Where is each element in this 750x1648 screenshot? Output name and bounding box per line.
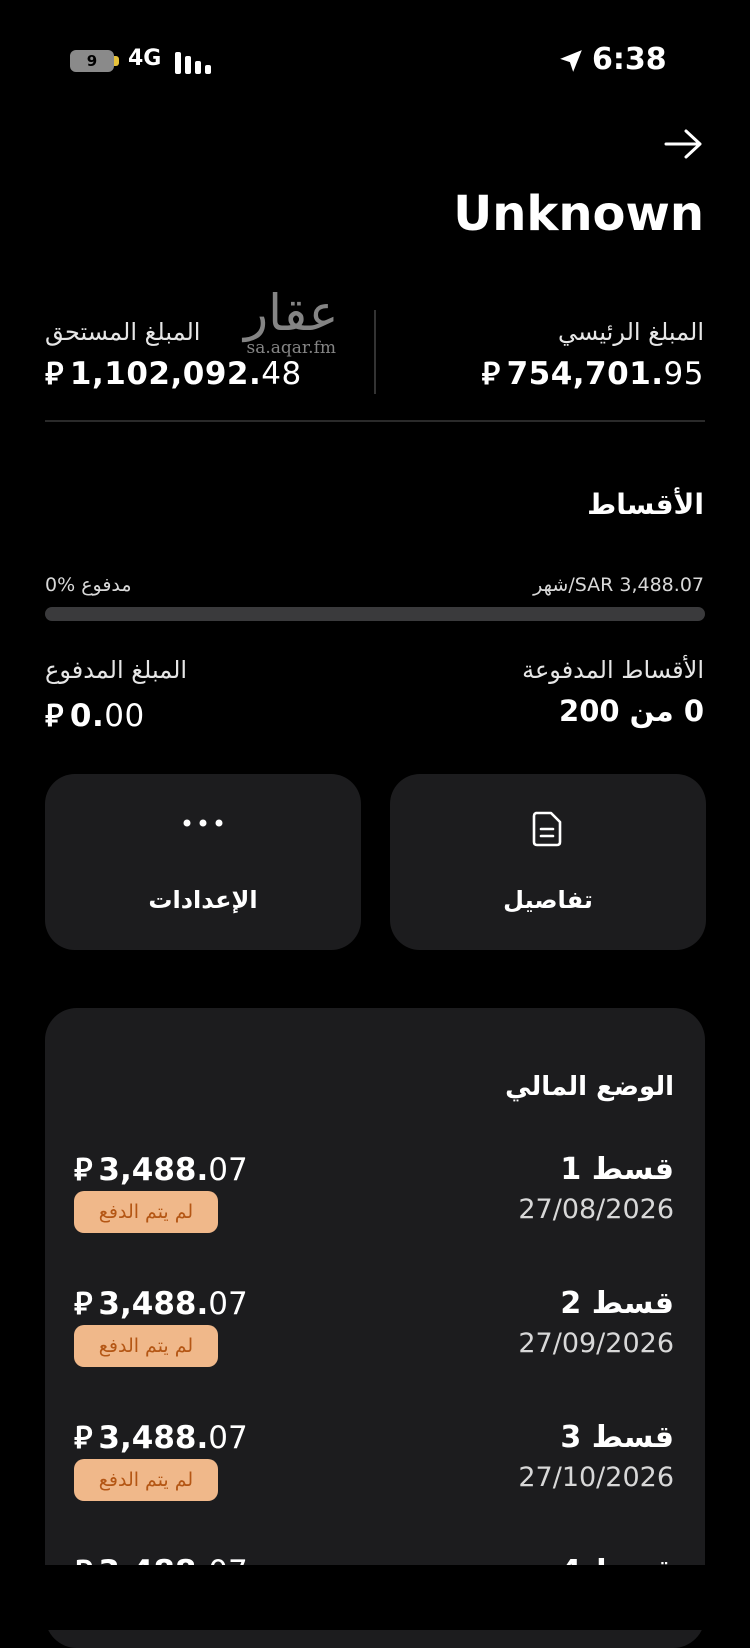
installment-date: 27/08/2026 [518, 1194, 674, 1225]
installment-amount: ⃁3,488.07 [74, 1152, 248, 1188]
status-badge: لم يتم الدفع [74, 1325, 218, 1367]
paid-amount-value: ⃁ 0.00 [45, 698, 145, 734]
riyal-icon: ⃁ [45, 356, 64, 392]
battery-indicator: 9 [70, 50, 119, 72]
signal-bars-icon [175, 50, 215, 74]
horizontal-divider [45, 420, 705, 422]
paid-percent: 0% مدفوع [45, 574, 132, 596]
installment-amount: ⃁3,488.07 [74, 1286, 248, 1322]
riyal-icon: ⃁ [481, 356, 501, 392]
status-badge: لم يتم الدفع [74, 1459, 218, 1501]
installment-date: 27/10/2026 [518, 1462, 674, 1493]
aqar-watermark: عقار sa.aqar.fm [244, 284, 339, 358]
document-icon [532, 811, 562, 847]
details-label: تفاصيل [503, 886, 593, 914]
installments-title: الأقساط [587, 488, 704, 521]
settings-button[interactable]: الإعدادات [45, 774, 361, 950]
installment-date: 27/09/2026 [518, 1328, 674, 1359]
paid-amount-label: المبلغ المدفوع [45, 656, 188, 684]
vertical-divider [374, 310, 376, 394]
clock: 6:38 [592, 42, 667, 77]
installment-name: قسط 2 [560, 1286, 674, 1321]
bottom-edge [0, 1565, 750, 1630]
installment-name: قسط 1 [560, 1152, 674, 1187]
riyal-icon: ⃁ [74, 1152, 93, 1188]
back-arrow-icon[interactable] [662, 126, 706, 162]
due-amount: ⃁ 1,102,092.48 [45, 356, 302, 392]
paid-installments-value: 0 من 200 [559, 694, 704, 728]
due-label: المبلغ المستحق [45, 318, 201, 346]
settings-label: الإعدادات [148, 886, 258, 914]
riyal-icon: ⃁ [74, 1286, 93, 1322]
paid-installments-label: الأقساط المدفوعة [522, 656, 704, 684]
principal-amount: ⃁ 754,701.95 [481, 356, 704, 392]
monthly-amount: شهر/SAR 3,488.07 [533, 574, 704, 596]
status-badge: لم يتم الدفع [74, 1191, 218, 1233]
financial-status-title: الوضع المالي [505, 1072, 674, 1102]
installment-name: قسط 3 [560, 1420, 674, 1455]
location-arrow-icon [560, 50, 582, 72]
details-button[interactable]: تفاصيل [390, 774, 706, 950]
riyal-icon: ⃁ [45, 698, 64, 734]
network-type: 4G [128, 46, 162, 71]
more-dots-icon [183, 819, 223, 827]
riyal-icon: ⃁ [74, 1420, 93, 1456]
installment-amount: ⃁3,488.07 [74, 1420, 248, 1456]
principal-label: المبلغ الرئيسي [557, 318, 704, 346]
payment-progress-bar [45, 607, 705, 621]
page-title: Unknown [453, 186, 704, 242]
